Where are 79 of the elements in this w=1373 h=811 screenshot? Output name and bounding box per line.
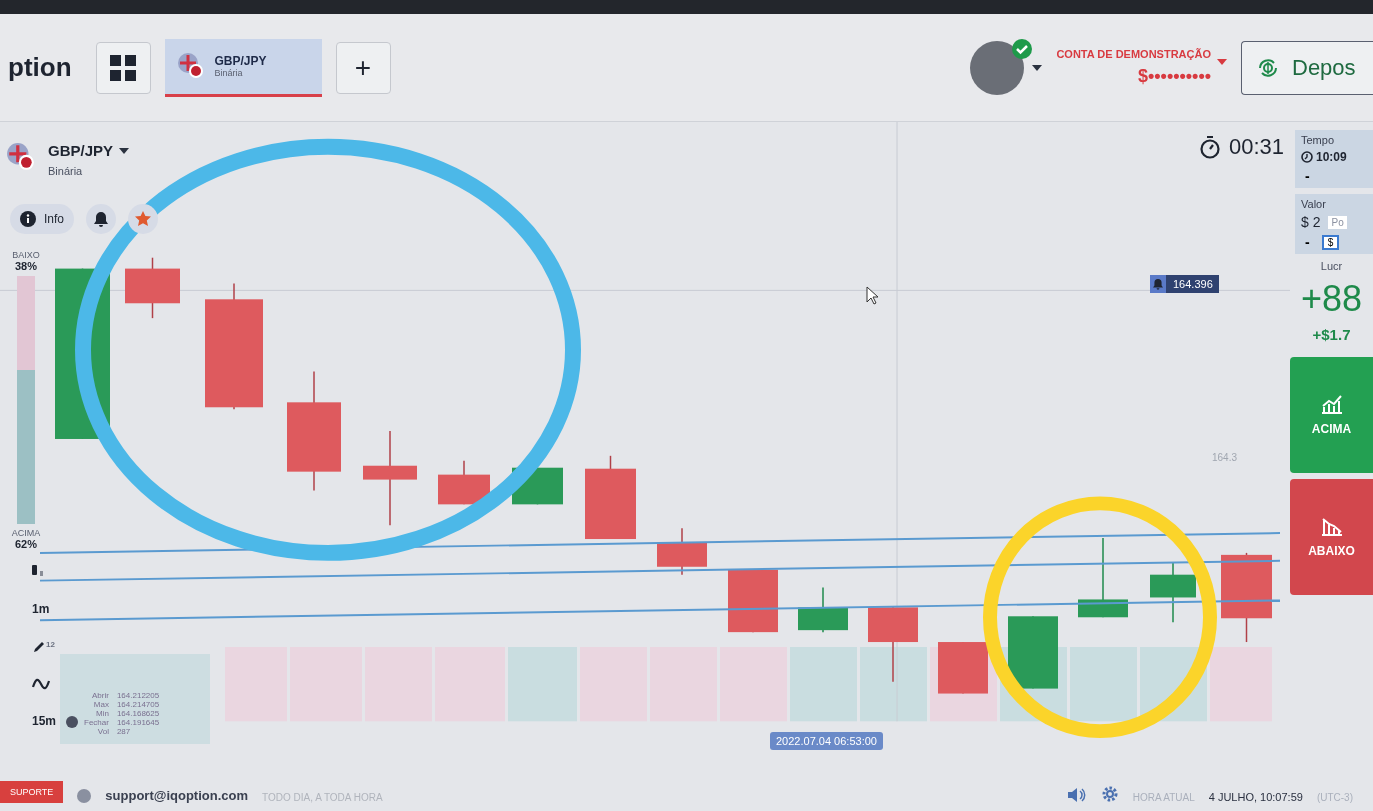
bell-icon bbox=[94, 211, 108, 227]
info-button[interactable]: Info bbox=[10, 204, 74, 234]
candle bbox=[657, 527, 707, 576]
sentiment-label: ACIMA bbox=[11, 528, 41, 538]
ohlc-label: Vol bbox=[96, 727, 109, 736]
time-tag: 2022.07.04 06:53:00 bbox=[770, 732, 883, 750]
amount-hint: Po bbox=[1328, 215, 1347, 229]
decrease-button[interactable]: - bbox=[1301, 234, 1314, 250]
candle bbox=[938, 641, 988, 695]
ohlc-value: 164.191645 bbox=[116, 718, 160, 727]
sentiment-label: BAIXO bbox=[12, 250, 40, 260]
timeframe-button[interactable]: 1m bbox=[30, 600, 52, 618]
expiry-label: Tempo bbox=[1301, 134, 1335, 146]
asset-dropdown[interactable]: GBP/JPY bbox=[48, 142, 114, 159]
favorite-button[interactable] bbox=[128, 204, 158, 234]
ohlc-value: 164.212205 bbox=[116, 691, 160, 700]
wave-icon bbox=[32, 678, 50, 690]
chart-down-icon bbox=[1319, 516, 1344, 536]
asset-type: Binária bbox=[48, 165, 84, 177]
stopwatch-icon bbox=[1198, 135, 1221, 159]
alert-button[interactable] bbox=[86, 204, 116, 234]
candle bbox=[1150, 562, 1196, 623]
amount-value[interactable]: $ 2 bbox=[1301, 214, 1321, 230]
info-icon bbox=[20, 211, 36, 227]
add-tab-button[interactable]: + bbox=[335, 41, 391, 94]
sentiment-percent: 38% bbox=[15, 260, 37, 272]
flag-icon bbox=[6, 142, 36, 172]
profit-amount: +$1.7 bbox=[1312, 326, 1351, 343]
grid-button[interactable] bbox=[95, 41, 151, 94]
timezone: (UTC-3) bbox=[1316, 792, 1353, 803]
asset-tab[interactable]: GBP/JPY Binária bbox=[164, 38, 322, 97]
candle bbox=[798, 586, 848, 633]
currency-button[interactable]: $ bbox=[1321, 234, 1340, 250]
put-button[interactable]: ABAIXO bbox=[1290, 479, 1373, 595]
current-time: 4 JULHO, 10:07:59 bbox=[1208, 791, 1303, 803]
clock-icon bbox=[1301, 151, 1313, 163]
clock-label: HORA ATUAL bbox=[1132, 792, 1195, 803]
countdown-timer: 00:31 bbox=[1228, 134, 1284, 160]
support-button[interactable]: SUPORTE bbox=[0, 781, 64, 803]
balance-dropdown[interactable]: $•••••••••• bbox=[1137, 66, 1211, 87]
logo-text: ption bbox=[8, 52, 72, 83]
profit-percent: +88 bbox=[1300, 278, 1363, 320]
settings-icon[interactable] bbox=[1100, 785, 1119, 803]
sentiment-percent: 62% bbox=[15, 538, 37, 550]
ohlc-value: 164.214705 bbox=[116, 700, 160, 709]
ohlc-label: Min bbox=[95, 709, 109, 718]
expiry-time[interactable]: 10:09 bbox=[1301, 150, 1347, 164]
amount-label: Valor bbox=[1301, 198, 1326, 210]
decrease-button[interactable]: - bbox=[1301, 168, 1314, 184]
flag-icon bbox=[176, 52, 205, 80]
indicators-button[interactable] bbox=[30, 676, 52, 692]
chart-up-icon bbox=[1319, 394, 1344, 414]
candles-icon bbox=[32, 564, 46, 578]
candle bbox=[438, 460, 490, 506]
mouse-pointer-icon bbox=[866, 286, 880, 306]
profit-label: Lucr bbox=[1320, 260, 1343, 272]
drawing-tools-button[interactable]: 12 bbox=[30, 638, 57, 656]
account-label: CONTA DE DEMONSTRAÇÃO bbox=[1056, 48, 1211, 60]
ohlc-value: 164.168625 bbox=[116, 709, 160, 718]
speaker-icon[interactable] bbox=[1066, 787, 1087, 803]
caret-icon bbox=[1032, 64, 1043, 71]
price-axis-label: 164.3 bbox=[1212, 452, 1238, 463]
timeframe-button[interactable]: 15m bbox=[30, 712, 59, 730]
star-icon bbox=[135, 211, 151, 227]
ohlc-label: Max bbox=[92, 700, 109, 709]
grid-icon bbox=[110, 54, 137, 81]
ohlc-label: Fechar bbox=[84, 718, 109, 727]
pencil-icon bbox=[32, 640, 46, 654]
caret-icon bbox=[1217, 58, 1227, 65]
candle bbox=[728, 569, 778, 633]
candle bbox=[125, 256, 180, 319]
ohlc-label: Abrir bbox=[91, 691, 109, 700]
avatar[interactable] bbox=[970, 40, 1025, 95]
bell-icon bbox=[1153, 278, 1163, 290]
caret-icon bbox=[119, 147, 130, 154]
ohlc-value: 287 bbox=[116, 727, 132, 736]
price-alert-tag[interactable]: 164.396 bbox=[1150, 275, 1219, 293]
deposit-button[interactable]: Depos bbox=[1241, 40, 1373, 95]
support-email[interactable]: support@iqoption.com bbox=[105, 788, 248, 803]
